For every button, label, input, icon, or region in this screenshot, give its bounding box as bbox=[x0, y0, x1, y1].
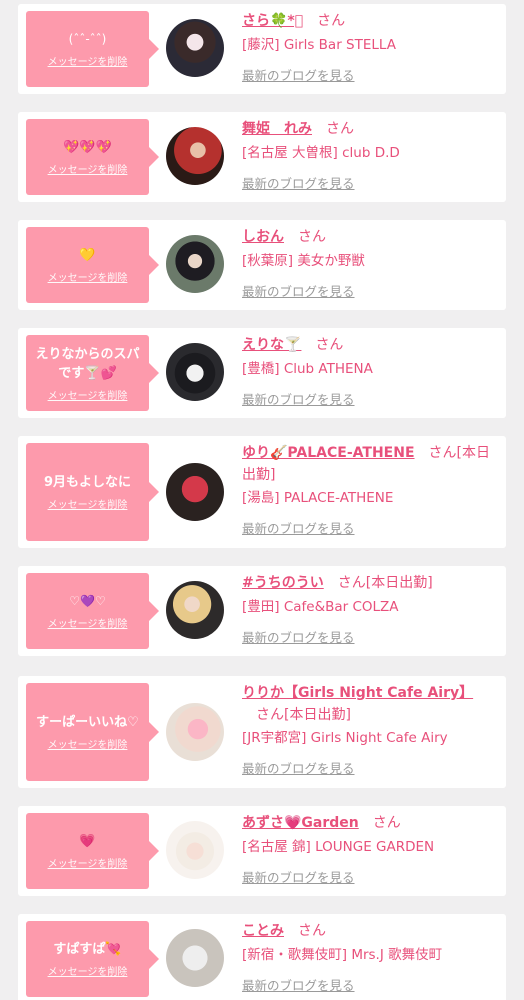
delete-message-link[interactable]: メッセージを削除 bbox=[48, 269, 128, 284]
message-bubble: すーぱーいいね♡ メッセージを削除 bbox=[26, 683, 159, 781]
message-card: 💛 メッセージを削除 しおん さん [秋葉原] 美女か野獣 最新のブログを見る bbox=[18, 220, 506, 310]
delete-message-link[interactable]: メッセージを削除 bbox=[48, 615, 128, 630]
honorific: さん bbox=[315, 337, 344, 353]
delete-message-link[interactable]: メッセージを削除 bbox=[48, 387, 128, 402]
girl-name-link[interactable]: りりか【Girls Night Cafe Airy】 bbox=[242, 685, 473, 701]
avatar[interactable] bbox=[166, 343, 224, 401]
shop-name: [藤沢] Girls Bar STELLA bbox=[242, 37, 396, 53]
avatar[interactable] bbox=[166, 581, 224, 639]
avatar[interactable] bbox=[166, 821, 224, 879]
message-text: すーぱーいいね♡ bbox=[36, 715, 139, 730]
message-bubble: すぱすぱ💘 メッセージを削除 bbox=[26, 921, 159, 997]
message-bubble: ♡💜♡ メッセージを削除 bbox=[26, 573, 159, 649]
avatar[interactable] bbox=[166, 463, 224, 521]
message-bubble: 💗 メッセージを削除 bbox=[26, 813, 159, 889]
delete-message-link[interactable]: メッセージを削除 bbox=[48, 161, 128, 176]
avatar[interactable] bbox=[166, 703, 224, 761]
avatar[interactable] bbox=[166, 929, 224, 987]
message-bubble: 9月もよしなに メッセージを削除 bbox=[26, 443, 159, 541]
girl-name-link[interactable]: ゆり🎸PALACE-ATHENE bbox=[242, 445, 415, 461]
honorific: さん bbox=[298, 923, 326, 939]
message-text: (ˆˆ-ˆˆ) bbox=[68, 32, 107, 46]
delete-message-link[interactable]: メッセージを削除 bbox=[48, 963, 128, 978]
message-text: すぱすぱ💘 bbox=[53, 942, 122, 957]
message-card: 💗 メッセージを削除 あずさ💗Garden さん [名古屋 錦] LOUNGE G… bbox=[18, 806, 506, 896]
shop-name: [豊田] Cafe&Bar COLZA bbox=[242, 599, 399, 615]
delete-message-link[interactable]: メッセージを削除 bbox=[48, 736, 128, 751]
shop-name: [JR宇都宮] Girls Night Cafe Airy bbox=[242, 730, 448, 746]
message-card: ♡💜♡ メッセージを削除 #うちのうい さん[本日出勤] [豊田] Cafe&Ba… bbox=[18, 566, 506, 656]
honorific: さん bbox=[298, 229, 326, 245]
message-text: 💖💖💖 bbox=[63, 140, 112, 155]
status-suffix: [本日出勤] bbox=[365, 575, 433, 591]
message-bubble: 💛 メッセージを削除 bbox=[26, 227, 159, 303]
latest-blog-link[interactable]: 最新のブログを見る bbox=[242, 65, 355, 84]
girl-name-link[interactable]: えりな🍸 bbox=[242, 337, 301, 353]
delete-message-link[interactable]: メッセージを削除 bbox=[48, 496, 128, 511]
message-text: 9月もよしなに bbox=[43, 475, 132, 490]
girl-name-link[interactable]: さら🍀*ﾟ bbox=[242, 13, 303, 29]
message-bubble: (ˆˆ-ˆˆ) メッセージを削除 bbox=[26, 11, 159, 87]
avatar[interactable] bbox=[166, 19, 224, 77]
avatar[interactable] bbox=[166, 235, 224, 293]
shop-name: [湯島] PALACE-ATHENE bbox=[242, 490, 394, 506]
girl-name-link[interactable]: あずさ💗Garden bbox=[242, 815, 359, 831]
message-card: すーぱーいいね♡ メッセージを削除 りりか【Girls Night Cafe A… bbox=[18, 676, 506, 788]
girl-name-link[interactable]: 舞姫 れみ bbox=[242, 121, 312, 137]
honorific: さん bbox=[256, 707, 284, 723]
latest-blog-link[interactable]: 最新のブログを見る bbox=[242, 867, 355, 886]
message-text: えりなからのスパです🍸💕 bbox=[35, 346, 140, 381]
honorific: さん bbox=[326, 121, 354, 137]
latest-blog-link[interactable]: 最新のブログを見る bbox=[242, 975, 355, 994]
latest-blog-link[interactable]: 最新のブログを見る bbox=[242, 281, 355, 300]
message-bubble: えりなからのスパです🍸💕 メッセージを削除 bbox=[26, 335, 159, 411]
girl-name-link[interactable]: ことみ bbox=[242, 923, 284, 939]
girl-name-link[interactable]: #うちのうい bbox=[242, 575, 324, 591]
latest-blog-link[interactable]: 最新のブログを見る bbox=[242, 758, 355, 777]
message-card: えりなからのスパです🍸💕 メッセージを削除 えりな🍸 さん [豊橋] Club A… bbox=[18, 328, 506, 418]
latest-blog-link[interactable]: 最新のブログを見る bbox=[242, 173, 355, 192]
girl-name-link[interactable]: しおん bbox=[242, 229, 284, 245]
shop-name: [新宿・歌舞伎町] Mrs.J 歌舞伎町 bbox=[242, 947, 443, 963]
status-suffix: [本日出勤] bbox=[284, 707, 351, 723]
avatar[interactable] bbox=[166, 127, 224, 185]
latest-blog-link[interactable]: 最新のブログを見る bbox=[242, 627, 355, 646]
honorific: さん bbox=[428, 445, 457, 461]
message-text: 💗 bbox=[79, 834, 96, 849]
message-card: (ˆˆ-ˆˆ) メッセージを削除 さら🍀*ﾟ さん [藤沢] Girls Bar … bbox=[18, 4, 506, 94]
delete-message-link[interactable]: メッセージを削除 bbox=[48, 53, 128, 68]
honorific: さん bbox=[317, 13, 346, 29]
message-text: 💛 bbox=[79, 248, 96, 263]
message-card: すぱすぱ💘 メッセージを削除 ことみ さん [新宿・歌舞伎町] Mrs.J 歌舞伎… bbox=[18, 914, 506, 1000]
message-text: ♡💜♡ bbox=[69, 594, 106, 608]
message-card: 💖💖💖 メッセージを削除 舞姫 れみ さん [名古屋 大曽根] club D.D … bbox=[18, 112, 506, 202]
latest-blog-link[interactable]: 最新のブログを見る bbox=[242, 518, 355, 537]
latest-blog-link[interactable]: 最新のブログを見る bbox=[242, 389, 355, 408]
shop-name: [秋葉原] 美女か野獣 bbox=[242, 253, 365, 269]
message-bubble: 💖💖💖 メッセージを削除 bbox=[26, 119, 159, 195]
shop-name: [名古屋 錦] LOUNGE GARDEN bbox=[242, 839, 435, 855]
shop-name: [名古屋 大曽根] club D.D bbox=[242, 145, 400, 161]
honorific: さん bbox=[337, 575, 366, 591]
delete-message-link[interactable]: メッセージを削除 bbox=[48, 855, 128, 870]
message-list: (ˆˆ-ˆˆ) メッセージを削除 さら🍀*ﾟ さん [藤沢] Girls Bar … bbox=[0, 0, 524, 1000]
message-card: 9月もよしなに メッセージを削除 ゆり🎸PALACE-ATHENE さん[本日出勤… bbox=[18, 436, 506, 548]
honorific: さん bbox=[372, 815, 401, 831]
shop-name: [豊橋] Club ATHENA bbox=[242, 361, 373, 377]
